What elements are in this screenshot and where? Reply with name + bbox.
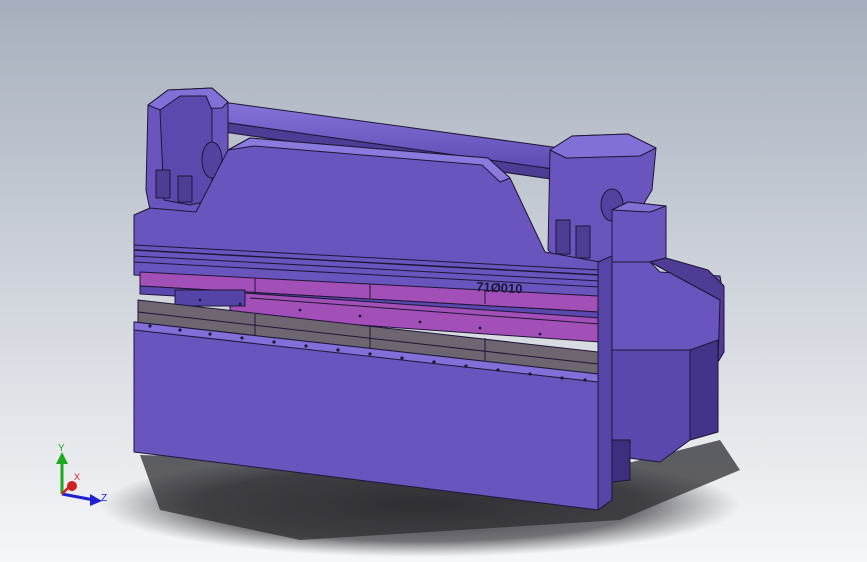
- cad-viewport[interactable]: 71Ø010 Y X Z: [0, 0, 867, 562]
- y-axis-label: Y: [58, 443, 65, 454]
- coordinate-triad[interactable]: Y X Z: [46, 438, 116, 508]
- z-axis-label: Z: [101, 493, 107, 504]
- x-axis-origin: [67, 481, 77, 491]
- x-axis-label: X: [74, 472, 80, 482]
- press-brake-model[interactable]: 71Ø010: [0, 0, 867, 562]
- model-label: 71Ø010: [476, 279, 523, 296]
- right-column: [597, 255, 613, 511]
- z-axis-line: [61, 492, 95, 502]
